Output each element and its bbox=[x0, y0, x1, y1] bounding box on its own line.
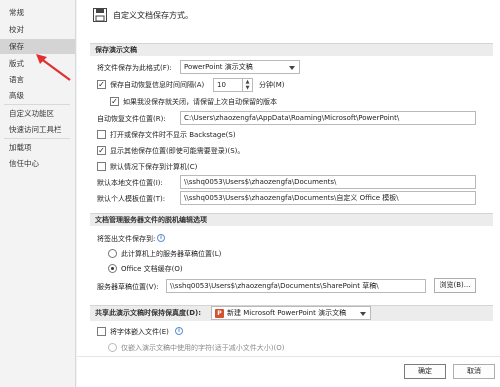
save-to-computer-label: 默认情况下保存到计算机(C) bbox=[110, 163, 198, 171]
no-backstage-label: 打开或保存文件时不显示 Backstage(S) bbox=[110, 131, 236, 139]
autorecover-location-label: 自动恢复文件位置(R): bbox=[97, 115, 166, 123]
annotation-arrow bbox=[36, 54, 71, 81]
default-local-location-input[interactable]: \\sshq0053\Users$\zhaozengfa\Documents\ bbox=[180, 175, 476, 189]
no-backstage-checkbox[interactable] bbox=[97, 130, 106, 139]
show-additional-locations-checkbox[interactable] bbox=[97, 146, 106, 155]
sidebar-item-quick-access[interactable]: 快速访问工具栏 bbox=[0, 122, 75, 137]
info-icon: i bbox=[157, 234, 165, 242]
dialog-footer: 确定 取消 bbox=[77, 356, 500, 387]
minutes-label: 分钟(M) bbox=[259, 81, 285, 89]
autorecover-minutes-input[interactable]: 10 bbox=[213, 78, 243, 92]
sidebar-divider bbox=[4, 104, 70, 105]
server-drafts-location-input[interactable]: \\sshq0053\Users$\zhaozengfa\Documents\S… bbox=[166, 279, 426, 293]
section-header-offline: 文档管理服务器文件的脱机编辑选项 bbox=[90, 213, 493, 226]
save-icon bbox=[93, 8, 107, 22]
show-additional-locations-label: 显示其他保存位置(即使可能需要登录)(S)。 bbox=[110, 147, 245, 155]
save-checked-out-label: 将签出文件保存到: bbox=[97, 235, 156, 243]
embed-fonts-label: 将字体嵌入文件(E) bbox=[110, 328, 169, 336]
sidebar-item-addins[interactable]: 加载项 bbox=[0, 140, 75, 155]
ok-button[interactable]: 确定 bbox=[404, 364, 446, 379]
sidebar-item-general[interactable]: 常规 bbox=[0, 5, 75, 20]
office-cache-radio[interactable] bbox=[108, 264, 117, 273]
server-drafts-location-label: 服务器草稿位置(V): bbox=[97, 283, 159, 291]
save-format-label: 将文件保存为此格式(F): bbox=[97, 64, 172, 72]
keep-last-version-checkbox[interactable] bbox=[110, 97, 119, 106]
save-to-computer-checkbox[interactable] bbox=[97, 162, 106, 171]
autorecover-minutes-spinner[interactable]: ▲ ▼ bbox=[243, 78, 253, 92]
section-header-save: 保存演示文稿 bbox=[90, 43, 493, 56]
spin-down-icon[interactable]: ▼ bbox=[243, 85, 252, 91]
server-drafts-radio[interactable] bbox=[108, 249, 117, 258]
office-cache-label: Office 文档缓存(O) bbox=[121, 265, 183, 273]
browse-button[interactable]: 浏览(B)... bbox=[434, 278, 476, 293]
sidebar-divider bbox=[4, 138, 70, 139]
options-content: 自定义文档保存方式。 保存演示文稿 将文件保存为此格式(F): PowerPoi… bbox=[77, 0, 500, 387]
sidebar-item-customize-ribbon[interactable]: 自定义功能区 bbox=[0, 106, 75, 121]
keep-last-version-label: 如果我没保存就关闭，请保留上次自动保留的版本 bbox=[123, 98, 277, 106]
fidelity-presentation-value: 新建 Microsoft PowerPoint 演示文稿 bbox=[227, 309, 347, 317]
default-templates-location-label: 默认个人模板位置(T): bbox=[97, 195, 166, 203]
page-title: 自定义文档保存方式。 bbox=[113, 11, 193, 20]
sidebar-item-trust-center[interactable]: 信任中心 bbox=[0, 156, 75, 171]
server-drafts-label: 此计算机上的服务器草稿位置(L) bbox=[121, 250, 222, 258]
embed-fonts-checkbox[interactable] bbox=[97, 327, 106, 336]
autorecover-checkbox[interactable] bbox=[97, 80, 106, 89]
sidebar-item-proofing[interactable]: 校对 bbox=[0, 22, 75, 37]
default-local-location-label: 默认本地文件位置(I): bbox=[97, 179, 163, 187]
info-icon: i bbox=[175, 327, 183, 335]
embed-used-characters-label: 仅嵌入演示文稿中使用的字符(适于减小文件大小)(O) bbox=[121, 344, 285, 352]
autorecover-location-input[interactable]: C:\Users\zhaozengfa\AppData\Roaming\Micr… bbox=[180, 111, 476, 125]
fidelity-presentation-dropdown[interactable]: P 新建 Microsoft PowerPoint 演示文稿 bbox=[211, 306, 371, 320]
default-templates-location-input[interactable]: \\sshq0053\Users$\zhaozengfa\Documents\自… bbox=[180, 191, 476, 205]
autorecover-label: 保存自动恢复信息时间间隔(A) bbox=[110, 81, 205, 89]
cancel-button[interactable]: 取消 bbox=[453, 364, 495, 379]
fidelity-label: 共享此演示文稿时保持保真度(D): bbox=[95, 309, 202, 317]
sidebar-item-advanced[interactable]: 高级 bbox=[0, 88, 75, 103]
save-format-dropdown[interactable]: PowerPoint 演示文稿 bbox=[180, 60, 300, 74]
embed-used-characters-radio[interactable] bbox=[108, 343, 117, 352]
powerpoint-icon: P bbox=[215, 308, 224, 318]
